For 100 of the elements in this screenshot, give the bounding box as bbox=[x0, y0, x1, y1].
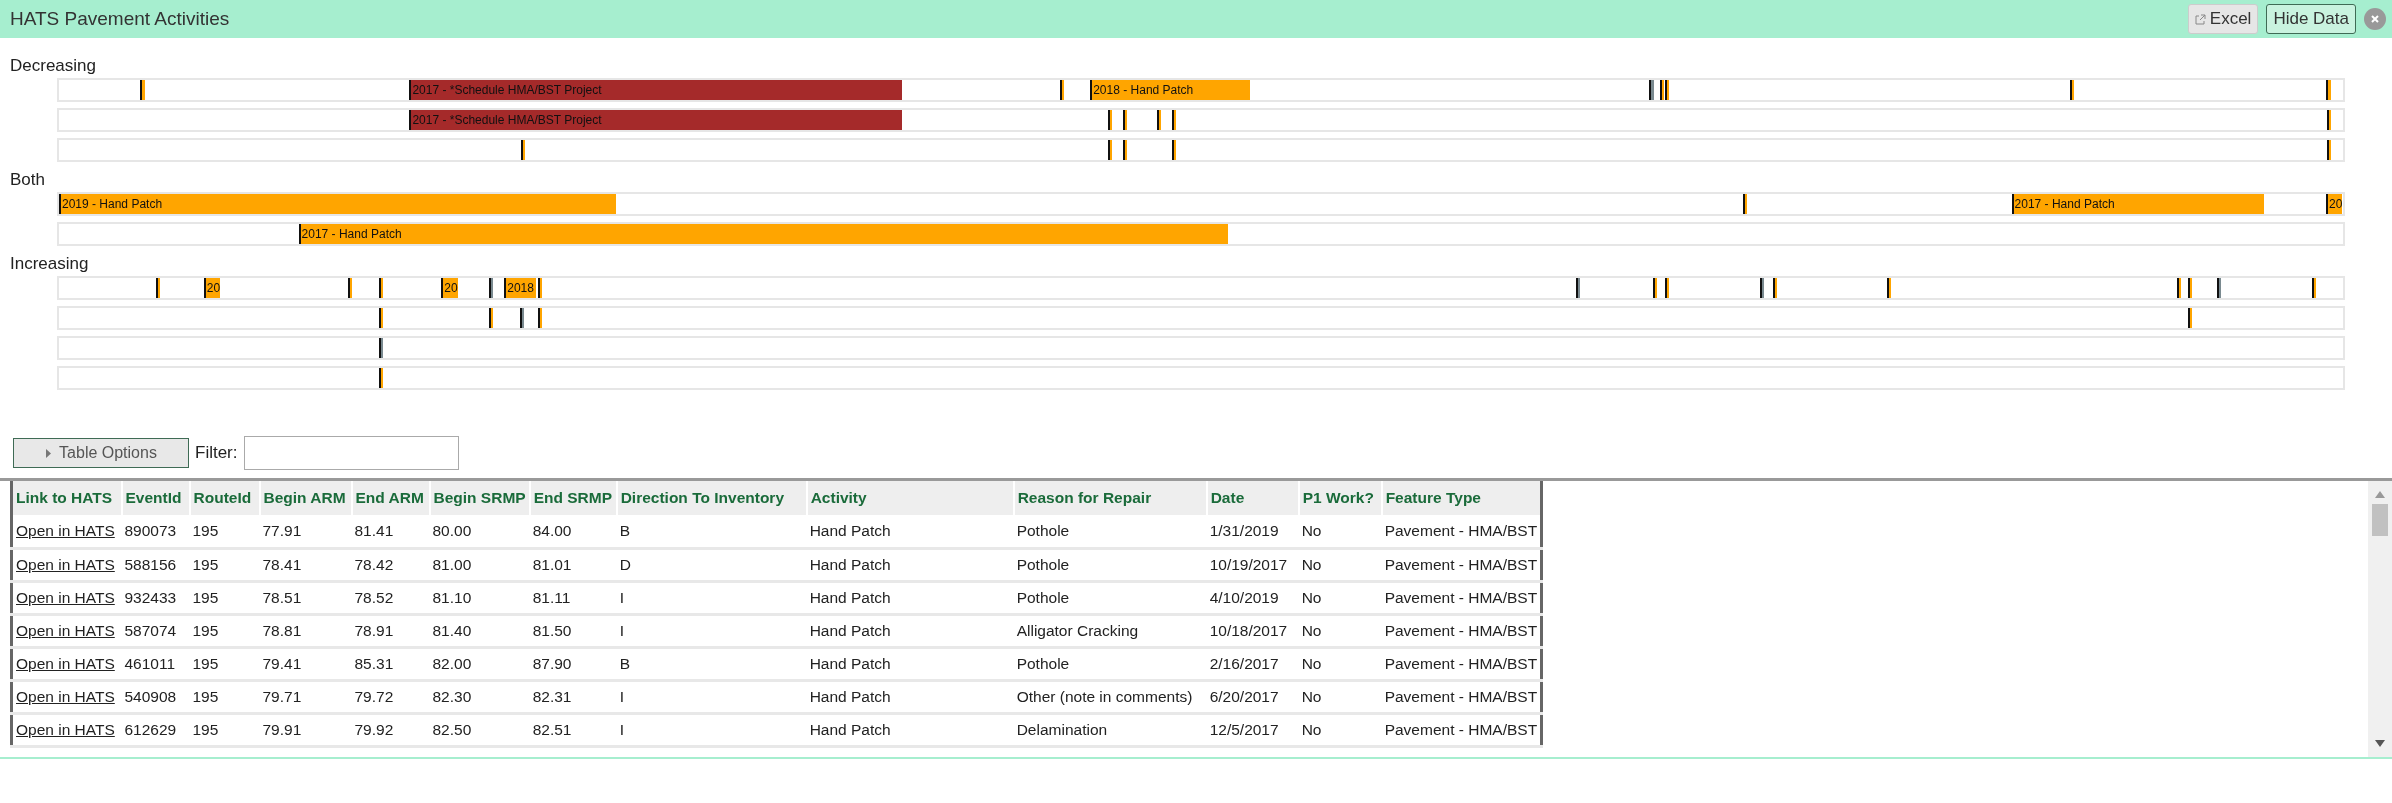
activity-marker[interactable] bbox=[379, 278, 384, 298]
table-cell: No bbox=[1298, 614, 1382, 647]
activity-marker[interactable] bbox=[489, 308, 494, 328]
activity-marker[interactable] bbox=[2327, 110, 2331, 130]
table-cell: 78.51 bbox=[259, 581, 352, 614]
activity-marker[interactable] bbox=[538, 278, 543, 298]
activity-marker[interactable] bbox=[348, 278, 353, 298]
table-cell: 4/10/2019 bbox=[1206, 581, 1299, 614]
activity-bar[interactable]: 2019 - Hand Patch bbox=[59, 194, 616, 214]
table-cell: 79.72 bbox=[351, 680, 430, 713]
table-cell: Pothole bbox=[1013, 548, 1207, 581]
hide-data-button[interactable]: Hide Data bbox=[2266, 4, 2356, 34]
table-cell: 10/18/2017 bbox=[1206, 614, 1299, 647]
table-cell: Pavement - HMA/BST bbox=[1381, 647, 1542, 680]
activity-marker[interactable] bbox=[1653, 278, 1658, 298]
table-cell: Pavement - HMA/BST bbox=[1381, 614, 1542, 647]
activity-marker[interactable] bbox=[1172, 140, 1177, 160]
activity-bar[interactable]: 2017 - Hand Patch bbox=[298, 224, 1228, 244]
activity-marker[interactable] bbox=[2312, 278, 2317, 298]
table-cell: B bbox=[616, 647, 807, 680]
table-cell: B bbox=[616, 515, 807, 548]
table-cell: 195 bbox=[189, 548, 260, 581]
table-cell: Hand Patch bbox=[806, 548, 1014, 581]
close-button[interactable] bbox=[2364, 8, 2386, 30]
table-cell: 10/19/2017 bbox=[1206, 548, 1299, 581]
activity-marker[interactable] bbox=[520, 308, 525, 328]
activity-bar[interactable]: 20 bbox=[2326, 194, 2342, 214]
activity-marker[interactable] bbox=[521, 140, 526, 160]
activity-marker[interactable] bbox=[1123, 140, 1128, 160]
table-cell: Alligator Cracking bbox=[1013, 614, 1207, 647]
table-cell: 81.50 bbox=[529, 614, 617, 647]
table-cell: 82.30 bbox=[429, 680, 530, 713]
table-cell: 78.41 bbox=[259, 548, 352, 581]
table-cell: Pavement - HMA/BST bbox=[1381, 581, 1542, 614]
activity-marker[interactable] bbox=[1665, 80, 1670, 100]
activity-bar[interactable]: 20 bbox=[203, 278, 220, 298]
activity-marker[interactable] bbox=[379, 368, 384, 388]
activity-marker[interactable] bbox=[155, 278, 160, 298]
activity-marker[interactable] bbox=[2326, 80, 2331, 100]
table-cell: 80.00 bbox=[429, 515, 530, 548]
activity-marker[interactable] bbox=[1060, 80, 1065, 100]
activity-bar[interactable]: 2018 - Hand Patch bbox=[1090, 80, 1250, 100]
activity-marker[interactable] bbox=[1157, 110, 1162, 130]
table-options-button[interactable]: Table Options bbox=[13, 438, 189, 468]
activity-marker[interactable] bbox=[1760, 278, 1764, 298]
table-cell: Delamination bbox=[1013, 713, 1207, 746]
scroll-thumb[interactable] bbox=[2372, 504, 2388, 536]
column-header: End ARM bbox=[351, 481, 430, 515]
activity-marker[interactable] bbox=[1665, 278, 1670, 298]
open-link[interactable]: Open in HATS bbox=[16, 588, 115, 606]
activity-marker[interactable] bbox=[1649, 80, 1655, 100]
activity-marker[interactable] bbox=[139, 80, 145, 100]
activity-marker[interactable] bbox=[1172, 110, 1177, 130]
table-cell: Hand Patch bbox=[806, 581, 1014, 614]
table-cell: 79.92 bbox=[351, 713, 430, 746]
table-cell: D bbox=[616, 548, 807, 581]
table-cell: 540908 bbox=[121, 680, 190, 713]
open-link[interactable]: Open in HATS bbox=[16, 555, 115, 573]
open-link[interactable]: Open in HATS bbox=[16, 521, 115, 539]
activity-marker[interactable] bbox=[1660, 80, 1665, 100]
filter-field[interactable] bbox=[243, 436, 459, 470]
table-cell: Hand Patch bbox=[806, 647, 1014, 680]
activity-marker[interactable] bbox=[2070, 80, 2075, 100]
activity-marker[interactable] bbox=[1123, 110, 1128, 130]
table-cell: 81.11 bbox=[529, 581, 617, 614]
activity-marker[interactable] bbox=[538, 308, 543, 328]
table-cell: 195 bbox=[189, 713, 260, 746]
activity-marker[interactable] bbox=[1773, 278, 1777, 298]
activity-marker[interactable] bbox=[1108, 110, 1113, 130]
column-header: EventId bbox=[121, 481, 190, 515]
open-link[interactable]: Open in HATS bbox=[16, 621, 115, 639]
activity-marker[interactable] bbox=[379, 338, 384, 358]
activity-marker[interactable] bbox=[1743, 194, 1748, 214]
activity-marker[interactable] bbox=[1108, 140, 1113, 160]
activity-bar[interactable]: 2017 - Hand Patch bbox=[2011, 194, 2265, 214]
table-cell: 81.41 bbox=[351, 515, 430, 548]
table-cell: Hand Patch bbox=[806, 713, 1014, 746]
scroll-down-icon[interactable] bbox=[2375, 740, 2385, 747]
activity-marker[interactable] bbox=[489, 278, 494, 298]
activity-marker[interactable] bbox=[1576, 278, 1581, 298]
open-link[interactable]: Open in HATS bbox=[16, 687, 115, 705]
table-cell: 81.00 bbox=[429, 548, 530, 581]
activity-marker[interactable] bbox=[2188, 308, 2193, 328]
open-link[interactable]: Open in HATS bbox=[16, 720, 115, 738]
table-cell: Hand Patch bbox=[806, 680, 1014, 713]
table-cell: No bbox=[1298, 647, 1382, 680]
table-cell: 77.91 bbox=[259, 515, 352, 548]
activity-marker[interactable] bbox=[1886, 278, 1891, 298]
activity-marker[interactable] bbox=[2217, 278, 2222, 298]
activity-marker[interactable] bbox=[2177, 278, 2182, 298]
activity-marker[interactable] bbox=[2188, 278, 2193, 298]
activity-bar[interactable]: 2018 bbox=[504, 278, 537, 298]
scrollbar[interactable] bbox=[2368, 481, 2392, 757]
activity-bar[interactable]: 20 bbox=[441, 278, 459, 298]
activity-marker[interactable] bbox=[2327, 140, 2331, 160]
open-link[interactable]: Open in HATS bbox=[16, 654, 115, 672]
section-label: Both bbox=[9, 169, 46, 191]
excel-button[interactable]: Excel bbox=[2187, 4, 2259, 34]
table-cell: Pothole bbox=[1013, 647, 1207, 680]
activity-marker[interactable] bbox=[379, 308, 384, 328]
